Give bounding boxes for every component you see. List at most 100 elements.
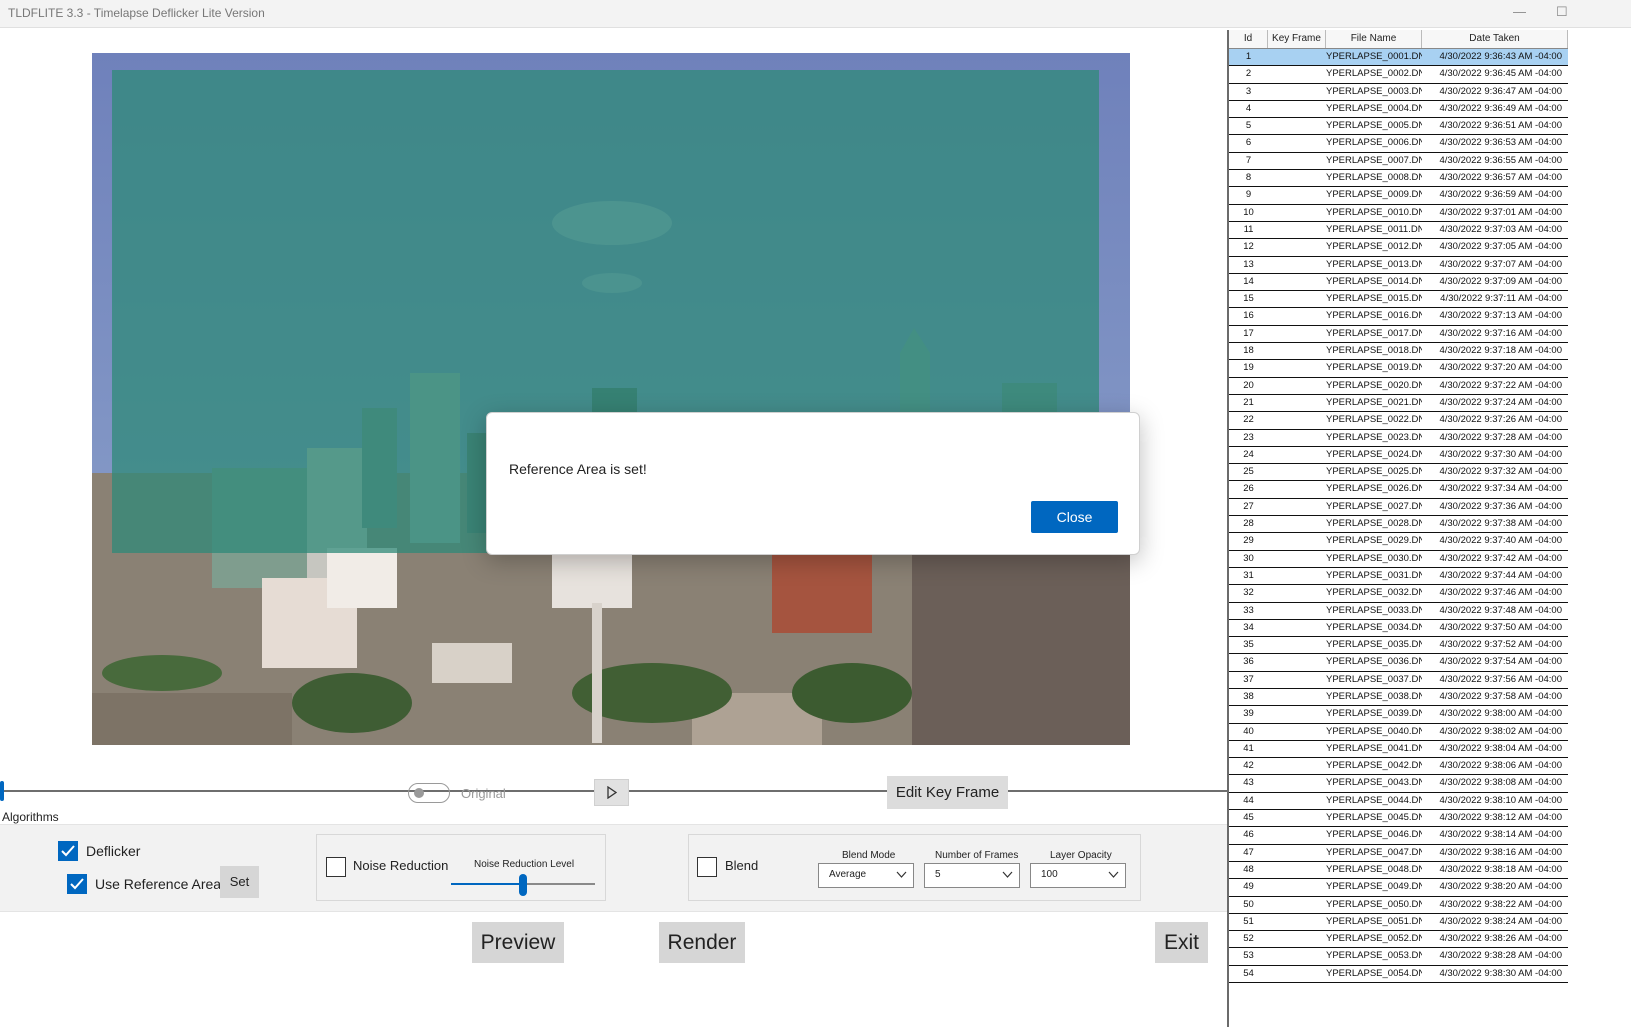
table-row[interactable]: 17 YPERLAPSE_0017.DNG 4/30/2022 9:37:16 AM… bbox=[1229, 326, 1568, 344]
exit-button[interactable]: Exit bbox=[1155, 922, 1208, 963]
column-header-id[interactable]: Id bbox=[1229, 30, 1268, 48]
table-row[interactable]: 50 YPERLAPSE_0050.DNG 4/30/2022 9:38:22 AM… bbox=[1229, 897, 1568, 914]
render-button[interactable]: Render bbox=[659, 922, 745, 963]
preview-button[interactable]: Preview bbox=[472, 922, 564, 963]
table-row[interactable]: 46 YPERLAPSE_0046.DNG 4/30/2022 9:38:14 AM… bbox=[1229, 827, 1568, 845]
cell-date-taken: 4/30/2022 9:38:20 AM -04:00 bbox=[1439, 881, 1562, 893]
edit-key-frame-button[interactable]: Edit Key Frame bbox=[887, 776, 1008, 809]
minimize-icon[interactable]: — bbox=[1513, 4, 1526, 19]
use-reference-area-checkbox[interactable] bbox=[67, 874, 87, 894]
cell-id: 51 bbox=[1243, 915, 1254, 927]
cell-id: 29 bbox=[1243, 535, 1254, 547]
table-row[interactable]: 30 YPERLAPSE_0030.DNG 4/30/2022 9:37:42 AM… bbox=[1229, 551, 1568, 568]
table-row[interactable]: 36 YPERLAPSE_0036.DNG 4/30/2022 9:37:54 AM… bbox=[1229, 654, 1568, 672]
cell-file-name: YPERLAPSE_0027.DNG bbox=[1326, 500, 1422, 512]
table-row[interactable]: 23 YPERLAPSE_0023.DNG 4/30/2022 9:37:28 AM… bbox=[1229, 430, 1568, 447]
cell-file-name: YPERLAPSE_0010.DNG bbox=[1326, 206, 1422, 218]
table-row[interactable]: 8 YPERLAPSE_0008.DNG 4/30/2022 9:36:57 AM … bbox=[1229, 170, 1568, 188]
noise-reduction-slider-thumb[interactable] bbox=[519, 874, 527, 896]
table-row[interactable]: 31 YPERLAPSE_0031.DNG 4/30/2022 9:37:44 AM… bbox=[1229, 568, 1568, 586]
table-row[interactable]: 47 YPERLAPSE_0047.DNG 4/30/2022 9:38:16 AM… bbox=[1229, 845, 1568, 862]
table-row[interactable]: 25 YPERLAPSE_0025.DNG 4/30/2022 9:37:32 AM… bbox=[1229, 464, 1568, 482]
blend-mode-dropdown[interactable]: Average bbox=[818, 863, 914, 888]
table-row[interactable]: 33 YPERLAPSE_0033.DNG 4/30/2022 9:37:48 AM… bbox=[1229, 603, 1568, 620]
table-row[interactable]: 24 YPERLAPSE_0024.DNG 4/30/2022 9:37:30 AM… bbox=[1229, 447, 1568, 465]
table-row[interactable]: 28 YPERLAPSE_0028.DNG 4/30/2022 9:37:38 AM… bbox=[1229, 516, 1568, 534]
table-row[interactable]: 13 YPERLAPSE_0013.DNG 4/30/2022 9:37:07 AM… bbox=[1229, 257, 1568, 274]
table-row[interactable]: 5 YPERLAPSE_0005.DNG 4/30/2022 9:36:51 AM … bbox=[1229, 118, 1568, 136]
column-header-date-taken[interactable]: Date Taken bbox=[1422, 30, 1568, 48]
table-row[interactable]: 35 YPERLAPSE_0035.DNG 4/30/2022 9:37:52 AM… bbox=[1229, 637, 1568, 655]
deflicker-checkbox[interactable] bbox=[58, 841, 78, 861]
table-row[interactable]: 18 YPERLAPSE_0018.DNG 4/30/2022 9:37:18 AM… bbox=[1229, 343, 1568, 361]
table-row[interactable]: 44 YPERLAPSE_0044.DNG 4/30/2022 9:38:10 AM… bbox=[1229, 793, 1568, 811]
seek-thumb[interactable] bbox=[0, 781, 4, 801]
cell-id: 2 bbox=[1245, 68, 1252, 80]
table-row[interactable]: 38 YPERLAPSE_0038.DNG 4/30/2022 9:37:58 AM… bbox=[1229, 689, 1568, 707]
cell-file-name: YPERLAPSE_0020.DNG bbox=[1326, 379, 1422, 391]
cell-file-name: YPERLAPSE_0028.DNG bbox=[1326, 518, 1422, 530]
original-toggle[interactable] bbox=[408, 783, 450, 803]
table-row[interactable]: 10 YPERLAPSE_0010.DNG 4/30/2022 9:37:01 AM… bbox=[1229, 205, 1568, 222]
table-row[interactable]: 27 YPERLAPSE_0027.DNG 4/30/2022 9:37:36 AM… bbox=[1229, 499, 1568, 517]
table-row[interactable]: 19 YPERLAPSE_0019.DNG 4/30/2022 9:37:20 AM… bbox=[1229, 360, 1568, 378]
cell-file-name: YPERLAPSE_0029.DNG bbox=[1326, 535, 1422, 547]
table-row[interactable]: 21 YPERLAPSE_0021.DNG 4/30/2022 9:37:24 AM… bbox=[1229, 395, 1568, 413]
table-row[interactable]: 41 YPERLAPSE_0041.DNG 4/30/2022 9:38:04 AM… bbox=[1229, 741, 1568, 759]
use-reference-area-label: Use Reference Area bbox=[95, 876, 222, 892]
table-row[interactable]: 9 YPERLAPSE_0009.DNG 4/30/2022 9:36:59 AM … bbox=[1229, 187, 1568, 205]
cell-file-name: YPERLAPSE_0013.DNG bbox=[1326, 258, 1422, 270]
table-row[interactable]: 26 YPERLAPSE_0026.DNG 4/30/2022 9:37:34 AM… bbox=[1229, 481, 1568, 499]
table-row[interactable]: 7 YPERLAPSE_0007.DNG 4/30/2022 9:36:55 AM … bbox=[1229, 153, 1568, 171]
cell-id: 5 bbox=[1245, 120, 1252, 132]
blend-checkbox[interactable] bbox=[697, 857, 717, 877]
cell-id: 12 bbox=[1243, 241, 1254, 253]
play-icon bbox=[607, 786, 617, 799]
cell-date-taken: 4/30/2022 9:37:44 AM -04:00 bbox=[1439, 569, 1562, 581]
table-row[interactable]: 4 YPERLAPSE_0004.DNG 4/30/2022 9:36:49 AM … bbox=[1229, 101, 1568, 119]
blend-label: Blend bbox=[725, 858, 759, 873]
set-reference-area-button[interactable]: Set bbox=[220, 866, 259, 898]
table-row[interactable]: 11 YPERLAPSE_0011.DNG 4/30/2022 9:37:03 AM… bbox=[1229, 222, 1568, 240]
table-row[interactable]: 2 YPERLAPSE_0002.DNG 4/30/2022 9:36:45 AM … bbox=[1229, 66, 1568, 84]
cell-id: 33 bbox=[1243, 604, 1254, 616]
table-row[interactable]: 34 YPERLAPSE_0034.DNG 4/30/2022 9:37:50 AM… bbox=[1229, 620, 1568, 638]
cell-file-name: YPERLAPSE_0015.DNG bbox=[1326, 293, 1422, 305]
table-row[interactable]: 52 YPERLAPSE_0052.DNG 4/30/2022 9:38:26 AM… bbox=[1229, 931, 1568, 949]
table-row[interactable]: 15 YPERLAPSE_0015.DNG 4/30/2022 9:37:11 AM… bbox=[1229, 291, 1568, 309]
cell-date-taken: 4/30/2022 9:38:00 AM -04:00 bbox=[1439, 708, 1562, 720]
cell-file-name: YPERLAPSE_0003.DNG bbox=[1326, 85, 1422, 97]
noise-reduction-checkbox[interactable] bbox=[326, 857, 346, 877]
table-row[interactable]: 53 YPERLAPSE_0053.DNG 4/30/2022 9:38:28 AM… bbox=[1229, 948, 1568, 966]
cell-file-name: YPERLAPSE_0032.DNG bbox=[1326, 587, 1422, 599]
column-header-file-name[interactable]: File Name bbox=[1326, 30, 1422, 48]
table-row[interactable]: 40 YPERLAPSE_0040.DNG 4/30/2022 9:38:02 AM… bbox=[1229, 724, 1568, 741]
table-row[interactable]: 32 YPERLAPSE_0032.DNG 4/30/2022 9:37:46 AM… bbox=[1229, 585, 1568, 603]
table-row[interactable]: 42 YPERLAPSE_0042.DNG 4/30/2022 9:38:06 AM… bbox=[1229, 758, 1568, 776]
table-row[interactable]: 54 YPERLAPSE_0054.DNG 4/30/2022 9:38:30 AM… bbox=[1229, 966, 1568, 984]
timelapse-frame-image[interactable] bbox=[92, 53, 1130, 745]
table-row[interactable]: 48 YPERLAPSE_0048.DNG 4/30/2022 9:38:18 AM… bbox=[1229, 862, 1568, 880]
play-button[interactable] bbox=[594, 779, 629, 806]
table-row[interactable]: 12 YPERLAPSE_0012.DNG 4/30/2022 9:37:05 AM… bbox=[1229, 239, 1568, 257]
table-row[interactable]: 16 YPERLAPSE_0016.DNG 4/30/2022 9:37:13 AM… bbox=[1229, 308, 1568, 326]
table-row[interactable]: 6 YPERLAPSE_0006.DNG 4/30/2022 9:36:53 AM … bbox=[1229, 135, 1568, 153]
table-row[interactable]: 22 YPERLAPSE_0022.DNG 4/30/2022 9:37:26 AM… bbox=[1229, 412, 1568, 430]
table-row[interactable]: 3 YPERLAPSE_0003.DNG 4/30/2022 9:36:47 AM … bbox=[1229, 84, 1568, 101]
dialog-close-button[interactable]: Close bbox=[1031, 501, 1118, 533]
column-header-key-frame[interactable]: Key Frame bbox=[1268, 30, 1326, 48]
layer-opacity-dropdown[interactable]: 100 bbox=[1030, 863, 1126, 888]
table-row[interactable]: 37 YPERLAPSE_0037.DNG 4/30/2022 9:37:56 AM… bbox=[1229, 672, 1568, 689]
table-row[interactable]: 49 YPERLAPSE_0049.DNG 4/30/2022 9:38:20 AM… bbox=[1229, 879, 1568, 897]
table-row[interactable]: 20 YPERLAPSE_0020.DNG 4/30/2022 9:37:22 AM… bbox=[1229, 378, 1568, 395]
cell-date-taken: 4/30/2022 9:36:49 AM -04:00 bbox=[1439, 102, 1562, 114]
table-row[interactable]: 14 YPERLAPSE_0014.DNG 4/30/2022 9:37:09 AM… bbox=[1229, 274, 1568, 292]
table-row[interactable]: 39 YPERLAPSE_0039.DNG 4/30/2022 9:38:00 AM… bbox=[1229, 706, 1568, 724]
table-row[interactable]: 45 YPERLAPSE_0045.DNG 4/30/2022 9:38:12 AM… bbox=[1229, 810, 1568, 828]
table-row[interactable]: 29 YPERLAPSE_0029.DNG 4/30/2022 9:37:40 AM… bbox=[1229, 533, 1568, 551]
table-row[interactable]: 1 YPERLAPSE_0001.DNG 4/30/2022 9:36:43 AM … bbox=[1229, 49, 1568, 67]
number-of-frames-dropdown[interactable]: 5 bbox=[924, 863, 1020, 888]
table-row[interactable]: 51 YPERLAPSE_0051.DNG 4/30/2022 9:38:24 AM… bbox=[1229, 914, 1568, 932]
maximize-icon[interactable]: ☐ bbox=[1556, 4, 1568, 20]
table-row[interactable]: 43 YPERLAPSE_0043.DNG 4/30/2022 9:38:08 AM… bbox=[1229, 775, 1568, 793]
